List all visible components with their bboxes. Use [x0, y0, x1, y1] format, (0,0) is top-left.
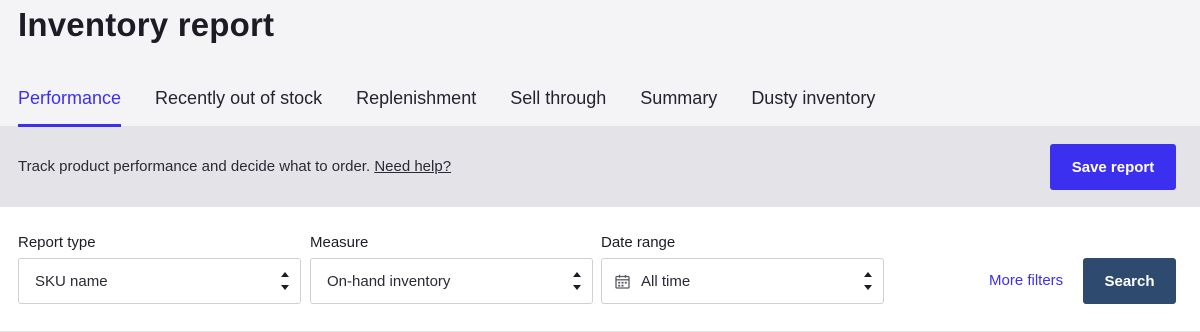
banner-description: Track product performance and decide wha… — [18, 158, 451, 175]
tab-performance[interactable]: Performance — [18, 88, 122, 127]
date-range-value: All time — [641, 273, 691, 290]
info-banner: Track product performance and decide wha… — [0, 127, 1200, 207]
tab-summary[interactable]: Summary — [640, 88, 717, 127]
tab-replenishment[interactable]: Replenishment — [356, 88, 476, 127]
calendar-icon — [615, 274, 630, 289]
measure-value: On-hand inventory — [327, 273, 451, 290]
date-range-select[interactable]: All time — [601, 258, 884, 304]
measure-select[interactable]: On-hand inventory — [310, 258, 593, 304]
need-help-link[interactable]: Need help? — [374, 158, 451, 175]
page-title: Inventory report — [18, 6, 275, 43]
more-filters-link[interactable]: More filters — [989, 272, 1063, 289]
report-type-value: SKU name — [35, 273, 108, 290]
measure-label: Measure — [310, 234, 369, 251]
date-range-label: Date range — [601, 234, 676, 251]
banner-description-text: Track product performance and decide wha… — [18, 158, 371, 175]
sort-arrows-icon — [864, 272, 872, 290]
search-button[interactable]: Search — [1083, 258, 1176, 304]
report-type-label: Report type — [18, 234, 96, 251]
report-tabs: Performance Recently out of stock Replen… — [18, 88, 909, 127]
tab-dusty-inventory[interactable]: Dusty inventory — [751, 88, 875, 127]
tab-sell-through[interactable]: Sell through — [510, 88, 606, 127]
tab-recently-out-of-stock[interactable]: Recently out of stock — [155, 88, 322, 127]
sort-arrows-icon — [281, 272, 289, 290]
page-header: Inventory report Performance Recently ou… — [0, 0, 1200, 127]
report-type-select[interactable]: SKU name — [18, 258, 301, 304]
sort-arrows-icon — [573, 272, 581, 290]
filter-bar: Report type SKU name Measure On-hand inv… — [0, 207, 1200, 332]
save-report-button[interactable]: Save report — [1050, 144, 1176, 190]
